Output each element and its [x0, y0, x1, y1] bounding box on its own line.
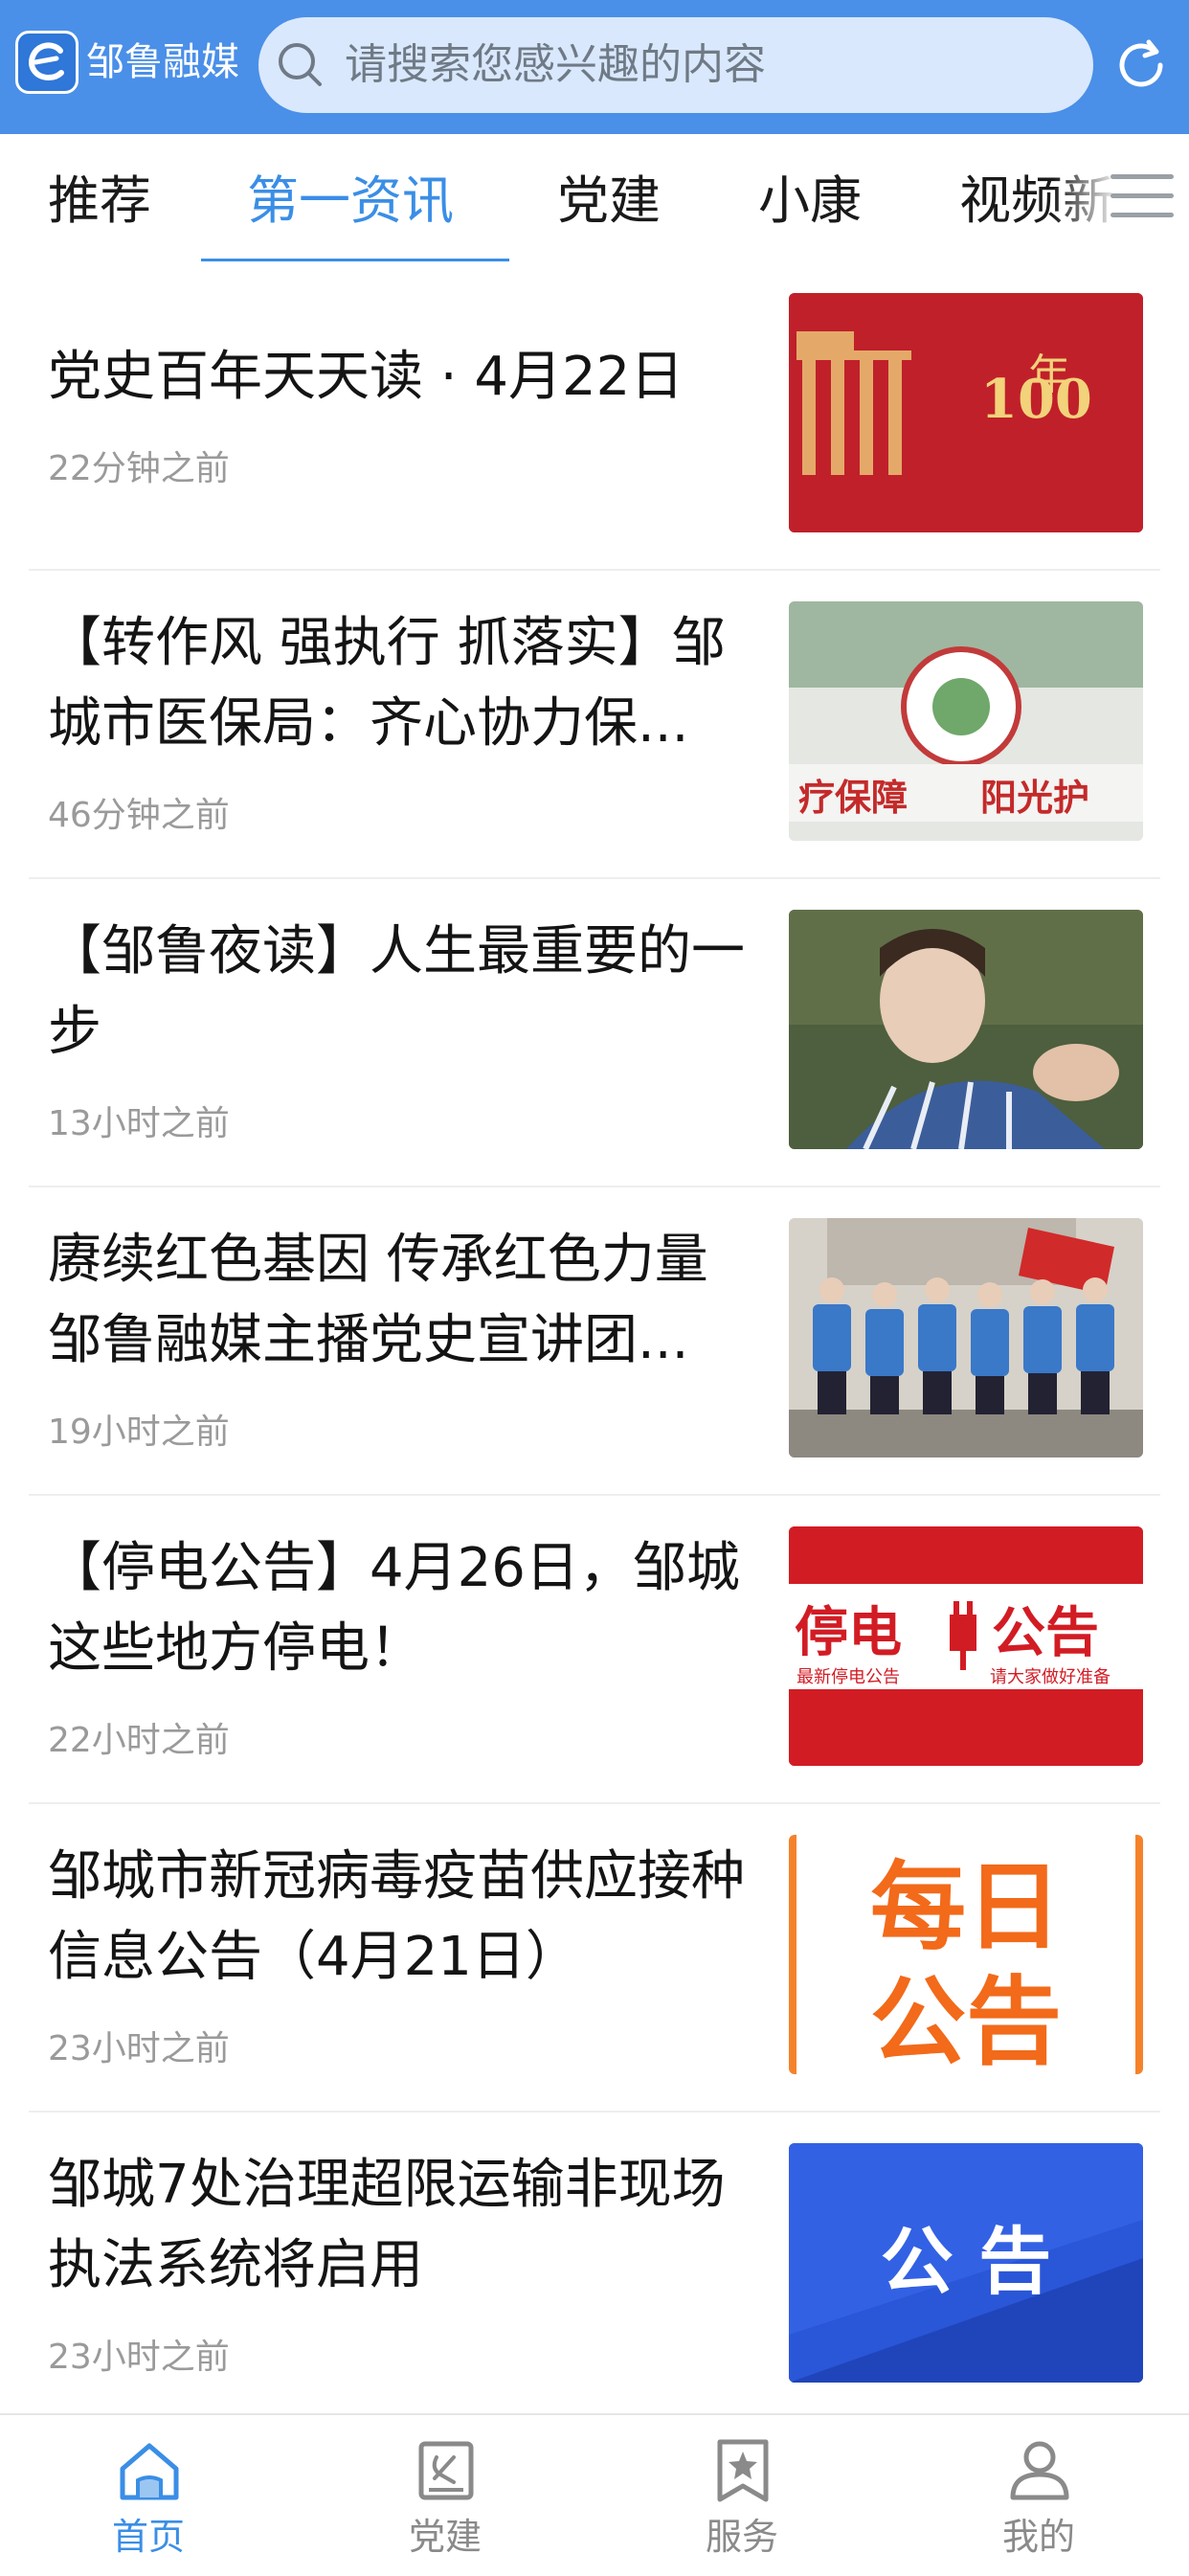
tab-recommend[interactable]: 推荐: [48, 169, 151, 234]
news-time: 13小时之前: [48, 1104, 230, 1143]
tab-xiaokang[interactable]: 小康: [758, 169, 862, 234]
news-time: 22小时之前: [48, 1721, 230, 1760]
news-item[interactable]: 邹城7处治理超限运输非现场执法系统将启用 23小时之前 公 告: [0, 2113, 1189, 2421]
nav-service[interactable]: 服务: [594, 2415, 890, 2576]
user-icon: [1010, 2441, 1069, 2500]
news-title: 邹城市新冠病毒疫苗供应接种信息公告（4月21日）: [48, 1845, 745, 1988]
news-time: 19小时之前: [48, 1412, 230, 1452]
app-header: 邹鲁融媒 请搜索您感兴趣的内容: [0, 0, 1189, 134]
news-title: 赓续红色基因 传承红色力量 邹鲁融媒主播党史宣讲团...: [48, 1229, 708, 1371]
home-icon: [120, 2443, 179, 2500]
news-item[interactable]: 邹城市新冠病毒疫苗供应接种信息公告（4月21日） 23小时之前 每日 公告: [0, 1804, 1189, 2113]
tab-first-news[interactable]: 第一资讯: [247, 169, 454, 234]
news-title: 邹城7处治理超限运输非现场执法系统将启用: [48, 2154, 726, 2296]
news-thumbnail: 公 告: [789, 2143, 1143, 2383]
category-tabs: 推荐 第一资讯 党建 小康 视频新: [0, 134, 1189, 264]
nav-service-label: 服务: [705, 2516, 778, 2558]
news-time: 22分钟之前: [48, 449, 230, 488]
news-item[interactable]: 党史百年天天读 · 4月22日 22分钟之前 100 年: [0, 264, 1189, 573]
svg-text:公 告: 公 告: [881, 2219, 1051, 2304]
news-item[interactable]: 赓续红色基因 传承红色力量 邹鲁融媒主播党史宣讲团... 19小时之前: [0, 1187, 1189, 1496]
news-title: 【停电公告】4月26日，邹城这些地方停电！: [48, 1537, 740, 1680]
svg-text:年: 年: [1028, 350, 1070, 399]
tab-party[interactable]: 党建: [557, 169, 661, 234]
nav-home-label: 首页: [111, 2516, 185, 2558]
news-title: 【邹鲁夜读】人生最重要的一步: [48, 920, 745, 1063]
nav-party[interactable]: 党建: [297, 2415, 594, 2576]
app-brand: 邹鲁融媒: [86, 40, 239, 84]
search-bar[interactable]: 请搜索您感兴趣的内容: [258, 17, 1093, 113]
news-item[interactable]: 【邹鲁夜读】人生最重要的一步 13小时之前: [0, 879, 1189, 1187]
nav-mine[interactable]: 我的: [890, 2415, 1187, 2576]
news-item[interactable]: 【停电公告】4月26日，邹城这些地方停电！ 22小时之前 停电 公告 最新停电公…: [0, 1496, 1189, 1804]
news-thumbnail: 停电 公告 最新停电公告 请大家做好准备: [789, 1526, 1143, 1766]
news-time: 46分钟之前: [48, 796, 230, 835]
svg-text:疗保障: 疗保障: [798, 777, 908, 819]
news-title: 党史百年天天读 · 4月22日: [48, 346, 684, 408]
active-tab-indicator: [201, 259, 509, 261]
svg-text:公告: 公告: [870, 1966, 1062, 2074]
svg-text:每日: 每日: [870, 1851, 1062, 1963]
news-thumbnail: 100 年: [789, 293, 1143, 532]
search-icon: [279, 43, 322, 86]
news-time: 23小时之前: [48, 2029, 230, 2068]
party-icon: [418, 2441, 474, 2500]
news-item[interactable]: 【转作风 强执行 抓落实】邹城市医保局：齐心协力保... 46分钟之前 疗保障 …: [0, 571, 1189, 879]
news-thumbnail: 每日 公告: [789, 1835, 1143, 2074]
svg-text:阳光护: 阳光护: [980, 777, 1089, 819]
news-thumbnail: [789, 910, 1143, 1149]
nav-party-label: 党建: [408, 2516, 482, 2558]
bottom-nav: 首页 党建 服务 我的: [0, 2413, 1189, 2574]
search-placeholder: 请搜索您感兴趣的内容: [345, 40, 766, 89]
svg-text:停电: 停电: [795, 1602, 902, 1664]
app-logo-icon: [15, 31, 79, 94]
nav-home[interactable]: 首页: [0, 2415, 297, 2576]
news-thumbnail: 疗保障 阳光护: [789, 601, 1143, 841]
svg-text:请大家做好准备: 请大家做好准备: [990, 1667, 1110, 1687]
news-title: 【转作风 强执行 抓落实】邹城市医保局：齐心协力保...: [48, 612, 726, 755]
svg-text:最新停电公告: 最新停电公告: [796, 1667, 900, 1687]
news-thumbnail: [789, 1218, 1143, 1457]
service-star-icon: [717, 2439, 769, 2502]
refresh-icon[interactable]: [1110, 34, 1172, 96]
nav-mine-label: 我的: [1001, 2516, 1075, 2558]
menu-icon[interactable]: [1110, 170, 1174, 222]
svg-text:公告: 公告: [992, 1602, 1099, 1664]
news-time: 23小时之前: [48, 2338, 230, 2377]
